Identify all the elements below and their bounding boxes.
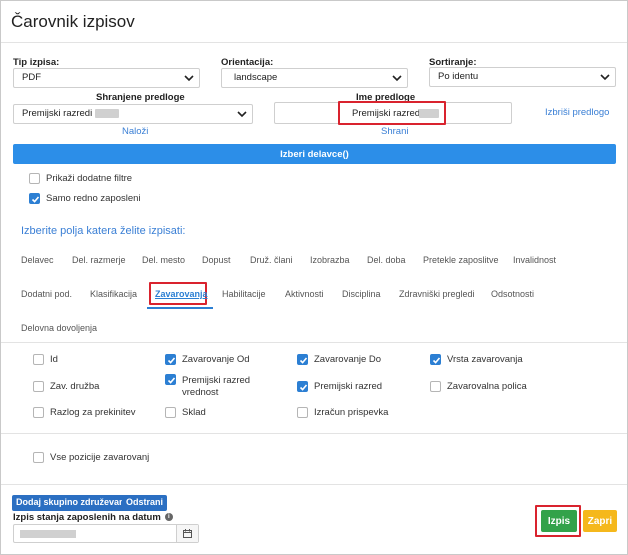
tab-zavarovanja[interactable]: Zavarovanja [155,289,208,299]
field-zav-druzba-label: Zav. družba [50,381,100,392]
field-izracun-prispevka-label: Izračun prispevka [314,407,389,418]
dodaj-skupino-button[interactable]: Dodaj skupino združevanja [12,495,137,511]
vse-pozicije-label: Vse pozicije zavarovanj [50,452,150,463]
ime-predloge-value: Premijski razredi [352,108,423,119]
shranjene-predloge-label: Shranjene predloge [96,92,185,103]
calendar-icon [183,529,192,538]
samo-redno-checkbox[interactable] [29,193,40,204]
tab-dopust[interactable]: Dopust [202,255,231,265]
section-title: Izberite polja katera želite izpisati: [21,225,186,237]
check-icon [299,357,308,364]
field-premijski-razred-vrednost-checkbox[interactable] [165,374,176,385]
field-sklad-checkbox[interactable] [165,407,176,418]
field-premijski-razred-label: Premijski razred [314,381,383,392]
shrani-link[interactable]: Shrani [381,126,408,137]
izbrisi-predlogo-link[interactable]: Izbriši predlogo [545,107,609,118]
title-divider [1,42,627,43]
tab-zdravniski-pregledi[interactable]: Zdravniški pregledi [399,289,475,299]
izpis-stanja-text: Izpis stanja zaposlenih na datum [13,512,161,523]
field-zavarovanje-do-label: Zavarovanje Do [314,354,382,365]
tip-izpisa-value: PDF [22,72,41,83]
field-vrsta-zavarovanja-label: Vrsta zavarovanja [447,354,523,365]
orientacija-select[interactable]: landscape [221,68,408,88]
tip-izpisa-label: Tip izpisa: [13,57,60,68]
zapri-button[interactable]: Zapri [583,510,617,532]
divider [1,484,627,485]
tab-del-razmerje[interactable]: Del. razmerje [72,255,126,265]
active-tab-indicator [147,307,213,309]
field-zavarovalna-polica-checkbox[interactable] [430,381,441,392]
field-premijski-razred-checkbox[interactable] [297,381,308,392]
field-zavarovanje-od-checkbox[interactable] [165,354,176,365]
vse-pozicije-checkbox[interactable] [33,452,44,463]
tab-del-doba[interactable]: Del. doba [367,255,406,265]
tab-delovna-dovoljenja[interactable]: Delovna dovoljenja [21,323,97,333]
izpis-button[interactable]: Izpis [541,510,577,532]
samo-redno-label: Samo redno zaposleni [46,193,141,204]
field-zavarovanje-od-label: Zavarovanje Od [182,354,250,365]
check-icon [432,357,441,364]
field-sklad-label: Sklad [182,407,206,418]
chevron-down-icon [237,111,247,118]
field-razlog-checkbox[interactable] [33,407,44,418]
date-input[interactable] [13,524,199,543]
tab-invalidnost[interactable]: Invalidnost [513,255,556,265]
izpis-stanja-label: Izpis stanja zaposlenih na datum i [13,512,173,523]
tab-habilitacije[interactable]: Habilitacije [222,289,266,299]
check-icon [299,384,308,391]
orientacija-label: Orientacija: [221,57,274,68]
odstrani-button[interactable]: Odstrani [122,495,168,511]
chevron-down-icon [600,74,610,81]
prikazi-filtre-checkbox[interactable] [29,173,40,184]
izberi-delavce-button[interactable]: Izberi delavce() [13,144,616,164]
field-razlog-label: Razlog za prekinitev [50,407,136,418]
divider [1,342,627,343]
tab-druz-clani[interactable]: Druž. člani [250,255,293,265]
tab-odsotnosti[interactable]: Odsotnosti [491,289,534,299]
highlight-box: Premijski razredi [338,101,446,125]
field-izracun-prispevka-checkbox[interactable] [297,407,308,418]
divider [1,433,627,434]
tab-aktivnosti[interactable]: Aktivnosti [285,289,324,299]
tab-dodatni-pod[interactable]: Dodatni pod. [21,289,72,299]
sortiranje-select[interactable]: Po identu [429,67,616,87]
redacted-text [95,108,120,118]
tab-pretekle-zaposlitve[interactable]: Pretekle zaposlitve [423,255,499,265]
field-id-label: Id [50,354,58,365]
redacted-text [419,109,439,118]
field-zavarovanje-do-checkbox[interactable] [297,354,308,365]
calendar-button[interactable] [176,525,198,542]
check-icon [167,377,176,384]
tab-klasifikacija[interactable]: Klasifikacija [90,289,137,299]
sortiranje-value: Po identu [438,71,479,82]
tab-disciplina[interactable]: Disciplina [342,289,381,299]
redacted-date [20,530,76,538]
orientacija-value: landscape [234,72,278,83]
dialog-title: Čarovnik izpisov [11,12,135,31]
tab-izobrazba[interactable]: Izobrazba [310,255,350,265]
tab-del-mesto[interactable]: Del. mesto [142,255,185,265]
check-icon [167,357,176,364]
tip-izpisa-select[interactable]: PDF [13,68,200,88]
field-vrsta-zavarovanja-checkbox[interactable] [430,354,441,365]
report-wizard-dialog: Čarovnik izpisov Tip izpisa: PDF Orienta… [0,0,628,555]
chevron-down-icon [392,75,402,82]
chevron-down-icon [184,75,194,82]
tab-delavec[interactable]: Delavec [21,255,54,265]
nalozi-link[interactable]: Naloži [122,126,148,137]
field-id-checkbox[interactable] [33,354,44,365]
field-zav-druzba-checkbox[interactable] [33,381,44,392]
check-icon [31,196,40,203]
info-icon[interactable]: i [164,513,173,522]
shranjene-predloge-select[interactable]: Premijski razredi [13,104,253,124]
field-premijski-razred-vrednost-label: Premijski razred vrednost [182,375,251,398]
field-zavarovalna-polica-label: Zavarovalna polica [447,381,527,392]
shranjene-predloge-value: Premijski razredi [22,108,93,119]
prikazi-filtre-label: Prikaži dodatne filtre [46,173,133,184]
